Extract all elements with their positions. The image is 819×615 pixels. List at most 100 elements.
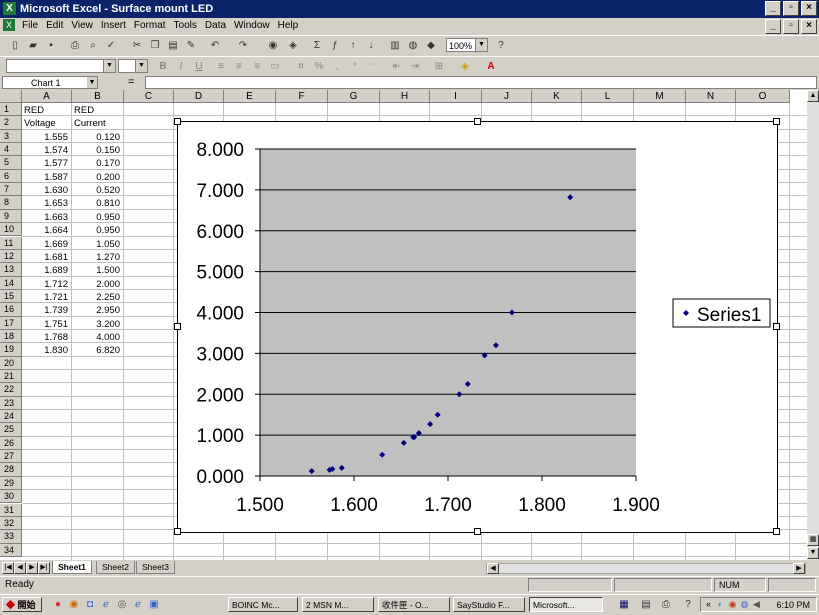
- column-header-b[interactable]: B: [72, 90, 124, 103]
- doc-close-button[interactable]: ×: [801, 19, 817, 34]
- cell[interactable]: 1.500: [74, 264, 120, 277]
- task-msn[interactable]: 2 MSN M...: [302, 597, 374, 612]
- select-all-corner[interactable]: [0, 90, 22, 103]
- align-right-icon[interactable]: ≡: [250, 60, 264, 73]
- sort-ascending-icon[interactable]: ↑: [346, 39, 360, 52]
- chevron-down-icon[interactable]: ▼: [103, 60, 115, 72]
- minimize-button[interactable]: _: [765, 1, 781, 16]
- chevron-down-icon[interactable]: ▼: [475, 39, 487, 51]
- italic-button[interactable]: I: [174, 60, 188, 73]
- row-header[interactable]: 22: [0, 383, 22, 397]
- font-name-select[interactable]: ▼: [6, 59, 116, 73]
- column-header-m[interactable]: M: [634, 90, 686, 103]
- chart-resize-handle[interactable]: [174, 118, 181, 125]
- browser-icon[interactable]: ◉: [68, 599, 80, 611]
- redo-icon[interactable]: ↷: [236, 39, 250, 52]
- cell[interactable]: 0.150: [74, 144, 120, 157]
- row-header[interactable]: 11: [0, 236, 22, 250]
- menu-item-file[interactable]: File: [22, 20, 38, 31]
- last-sheet-icon[interactable]: ▶|: [38, 562, 50, 574]
- scroll-up-icon[interactable]: ▲: [807, 90, 819, 102]
- cell[interactable]: 1.577: [24, 157, 68, 170]
- cell[interactable]: 1.270: [74, 251, 120, 264]
- help-icon[interactable]: ?: [682, 599, 694, 611]
- column-header-h[interactable]: H: [380, 90, 430, 103]
- paste-function-icon[interactable]: ƒ: [328, 39, 342, 52]
- row-header[interactable]: 20: [0, 356, 22, 370]
- format-painter-icon[interactable]: ✎: [184, 39, 198, 52]
- row-header[interactable]: 10: [0, 223, 22, 237]
- row-header[interactable]: 13: [0, 263, 22, 277]
- copy-icon[interactable]: ❐: [148, 39, 162, 52]
- row-header[interactable]: 14: [0, 276, 22, 290]
- restore-button[interactable]: ▫: [783, 1, 799, 16]
- row-header[interactable]: 17: [0, 316, 22, 330]
- chart-resize-handle[interactable]: [474, 528, 481, 535]
- column-header-n[interactable]: N: [686, 90, 736, 103]
- column-header-i[interactable]: I: [430, 90, 482, 103]
- chevron-down-icon[interactable]: ▼: [87, 77, 97, 88]
- print-icon[interactable]: ⎙: [68, 39, 82, 52]
- cell[interactable]: 2.000: [74, 278, 120, 291]
- chevron-down-icon[interactable]: ▼: [135, 60, 147, 72]
- row-header[interactable]: 5: [0, 156, 22, 170]
- cell[interactable]: 6.820: [74, 344, 120, 357]
- underline-button[interactable]: U: [192, 60, 206, 73]
- cell[interactable]: 1.664: [24, 224, 68, 237]
- tab-sheet1[interactable]: Sheet1: [52, 561, 92, 574]
- row-header[interactable]: 16: [0, 303, 22, 317]
- split-box[interactable]: ▦: [807, 534, 819, 546]
- cell[interactable]: 1.751: [24, 318, 68, 331]
- cell[interactable]: 1.739: [24, 304, 68, 317]
- row-header[interactable]: 6: [0, 169, 22, 184]
- zoom-select[interactable]: 100% ▼: [446, 38, 488, 52]
- cell[interactable]: RED: [74, 104, 120, 117]
- row-header[interactable]: 24: [0, 410, 22, 424]
- cell[interactable]: 0.120: [74, 131, 120, 144]
- font-size-select[interactable]: ▼: [118, 59, 148, 73]
- cell[interactable]: 1.768: [24, 331, 68, 344]
- task-saystudio[interactable]: SayStudio F...: [453, 597, 525, 612]
- row-header[interactable]: 21: [0, 370, 22, 384]
- cell[interactable]: 0.950: [74, 211, 120, 224]
- desktop-icon[interactable]: ▣: [148, 599, 160, 611]
- excel-app-icon[interactable]: X: [3, 2, 16, 15]
- cell[interactable]: 0.810: [74, 197, 120, 210]
- cell[interactable]: 1.681: [24, 251, 68, 264]
- increase-indent-icon[interactable]: ⇥: [408, 60, 422, 73]
- embedded-chart[interactable]: 0.000 1.000 2.000 3.000 4.000 5.000 6.000 7.000…: [177, 121, 778, 533]
- scroll-right-icon[interactable]: ▶: [793, 563, 805, 574]
- close-button[interactable]: ×: [801, 1, 817, 16]
- language-bar-icon[interactable]: ▦: [618, 599, 630, 611]
- start-button[interactable]: ◆ 開始: [2, 597, 42, 612]
- menu-item-tools[interactable]: Tools: [174, 20, 197, 31]
- chart-resize-handle[interactable]: [174, 323, 181, 330]
- chart-resize-handle[interactable]: [773, 528, 780, 535]
- cell[interactable]: 1.669: [24, 238, 68, 251]
- row-header[interactable]: 27: [0, 450, 22, 464]
- outlook-icon[interactable]: ◘: [84, 599, 96, 611]
- ie-icon[interactable]: ℯ: [100, 599, 112, 611]
- expand-tray-icon[interactable]: «: [703, 599, 714, 610]
- column-header-j[interactable]: J: [482, 90, 532, 103]
- row-header[interactable]: 7: [0, 183, 22, 197]
- task-inbox[interactable]: 收件匣 - O...: [378, 597, 450, 612]
- column-header-d[interactable]: D: [174, 90, 224, 103]
- cell[interactable]: 1.050: [74, 238, 120, 251]
- horizontal-scrollbar[interactable]: ◀ ▶: [486, 563, 806, 574]
- bold-button[interactable]: B: [156, 60, 170, 73]
- row-header[interactable]: 18: [0, 329, 22, 344]
- cell[interactable]: Voltage: [24, 117, 68, 130]
- first-sheet-icon[interactable]: |◀: [2, 562, 14, 574]
- sort-descending-icon[interactable]: ↓: [364, 39, 378, 52]
- new-doc-icon[interactable]: ▯: [8, 39, 22, 52]
- open-folder-icon[interactable]: ▰: [26, 39, 40, 52]
- column-header-e[interactable]: E: [224, 90, 276, 103]
- row-header[interactable]: 19: [0, 343, 22, 357]
- cell[interactable]: 4.000: [74, 331, 120, 344]
- row-header[interactable]: 28: [0, 463, 22, 477]
- tab-sheet3[interactable]: Sheet3: [136, 561, 175, 574]
- font-color-icon[interactable]: A: [484, 60, 498, 73]
- comma-button[interactable]: ,: [330, 60, 344, 73]
- column-header-k[interactable]: K: [532, 90, 582, 103]
